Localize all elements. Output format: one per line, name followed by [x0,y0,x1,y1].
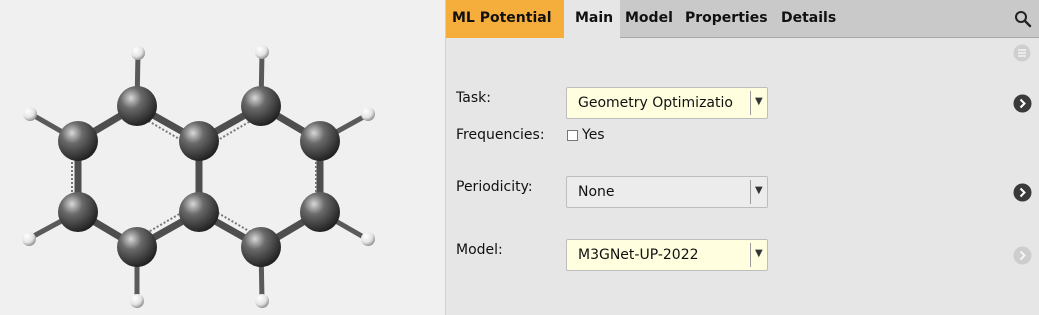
module-tab-label: ML Potential [452,10,552,26]
menu-icon[interactable] [1013,44,1031,62]
search-icon[interactable] [1014,10,1032,28]
model-select[interactable]: M3GNet-UP-2022 ▼ [566,239,768,271]
frequencies-label: Frequencies: [456,127,545,143]
tab-main[interactable]: Main [575,10,613,26]
task-label: Task: [456,90,491,106]
select-divider [750,180,751,204]
periodicity-select[interactable]: None ▼ [566,176,768,208]
model-label: Model: [456,242,503,258]
tab-model[interactable]: Model [625,10,673,26]
periodicity-label: Periodicity: [456,179,533,195]
select-divider [750,91,751,115]
input-panel: ML Potential Main Model Properties Detai… [445,0,1039,315]
periodicity-value: None [578,184,615,200]
frequencies-option-label[interactable]: Yes [582,127,605,143]
task-value: Geometry Optimizatio [578,95,733,111]
molecule-viewer[interactable] [0,0,445,315]
triangle-down-icon[interactable]: ▼ [755,248,763,259]
frequencies-checkbox[interactable] [567,130,578,141]
tab-details[interactable]: Details [781,10,836,26]
model-value: M3GNet-UP-2022 [578,247,699,263]
tab-ml-potential[interactable]: ML Potential [446,0,573,38]
tab-bar: ML Potential Main Model Properties Detai… [446,0,1039,38]
chevron-right-icon [1013,246,1032,265]
tab-properties[interactable]: Properties [685,10,768,26]
triangle-down-icon[interactable]: ▼ [755,96,763,107]
task-select[interactable]: Geometry Optimizatio ▼ [566,87,768,119]
chevron-right-icon[interactable] [1013,183,1032,202]
triangle-down-icon[interactable]: ▼ [755,185,763,196]
select-divider [750,243,751,267]
naphthalene-model[interactable] [0,0,445,315]
chevron-right-icon[interactable] [1013,94,1032,113]
